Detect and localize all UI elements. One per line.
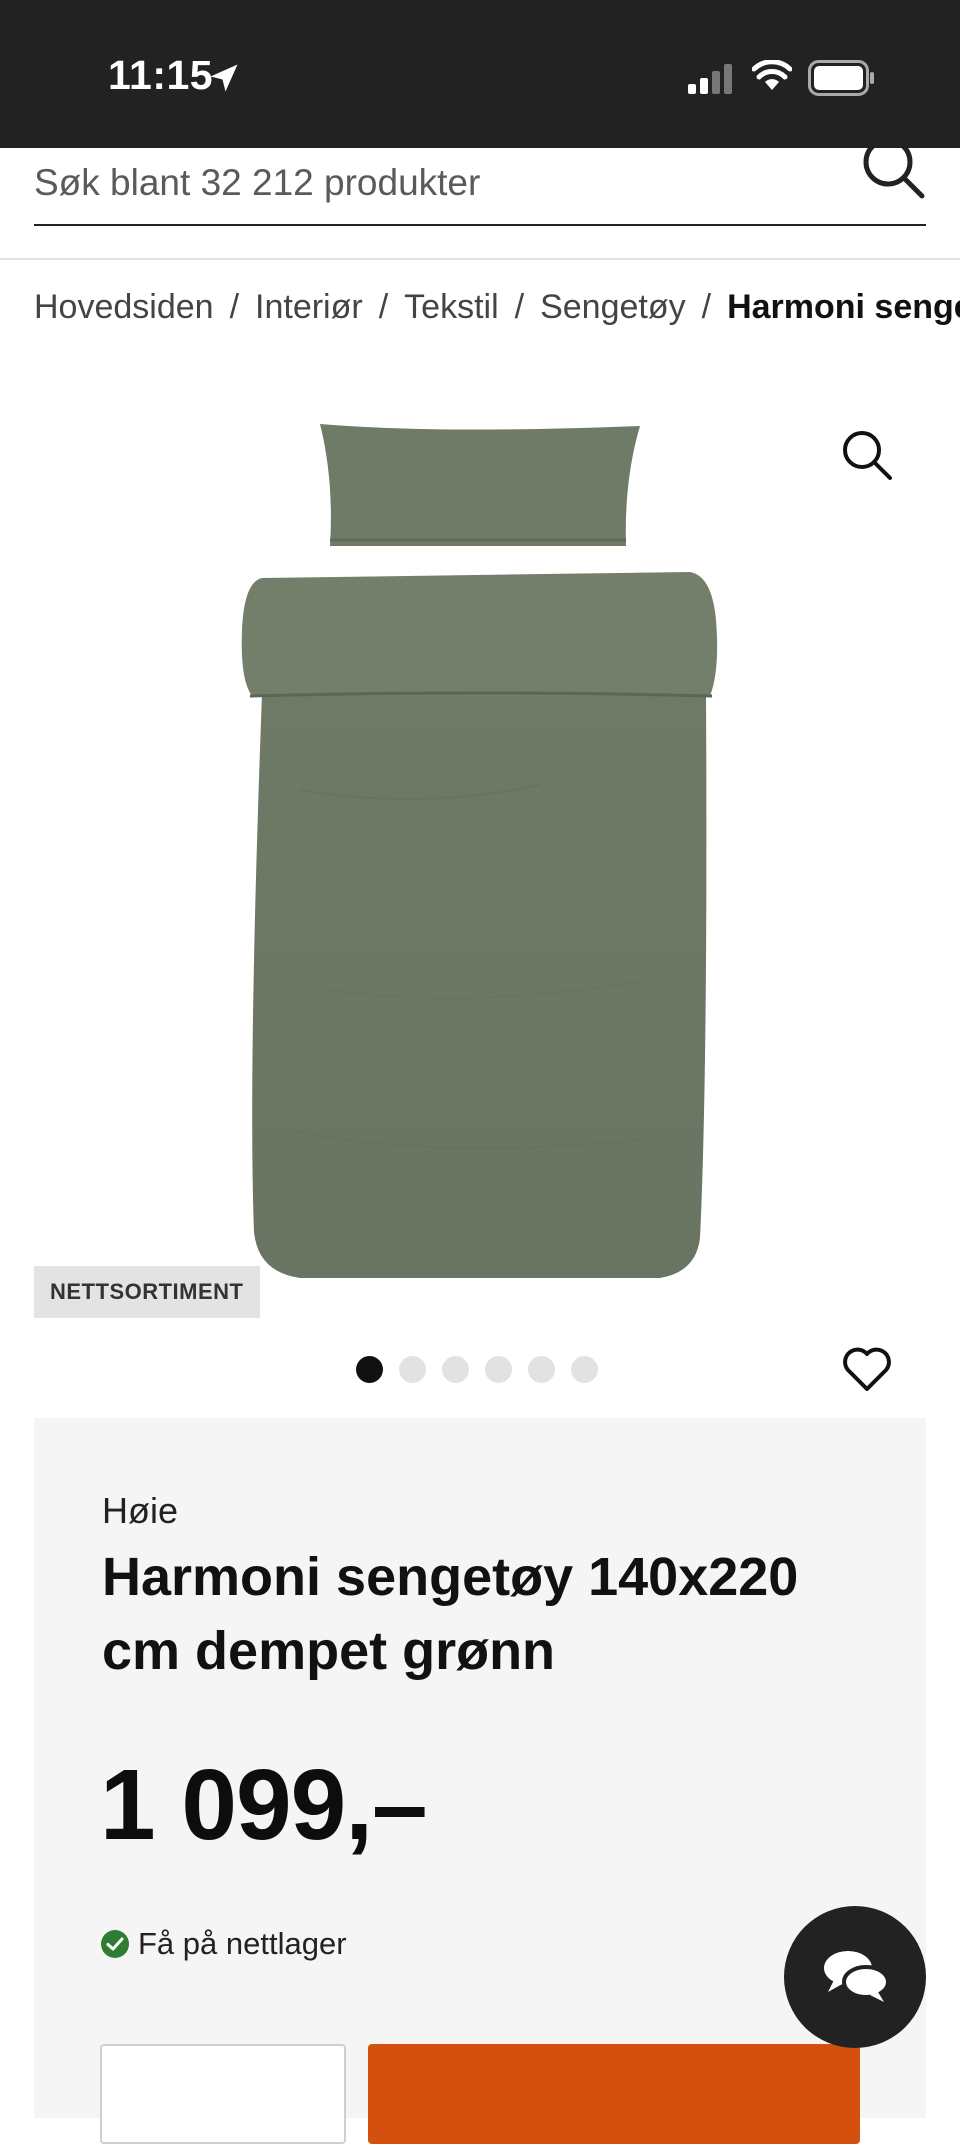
breadcrumb-separator: / bbox=[378, 288, 389, 326]
carousel-dot[interactable] bbox=[399, 1356, 426, 1383]
assortment-badge: NETTSORTIMENT bbox=[34, 1266, 260, 1318]
favorite-heart-icon[interactable] bbox=[840, 1342, 894, 1396]
carousel-dot[interactable] bbox=[528, 1356, 555, 1383]
stock-status-text: Få på nettlager bbox=[138, 1926, 347, 1961]
breadcrumb-separator: / bbox=[514, 288, 525, 326]
quantity-stepper[interactable] bbox=[100, 2044, 346, 2144]
carousel-dot[interactable] bbox=[571, 1356, 598, 1383]
breadcrumb-current: Harmoni sengetøy 140x220 cm dempet grønn bbox=[727, 288, 960, 326]
chat-button[interactable] bbox=[784, 1906, 926, 2048]
battery-icon bbox=[808, 60, 874, 96]
stock-status: Få på nettlager bbox=[100, 1926, 347, 1962]
breadcrumb-item-bedding[interactable]: Sengetøy bbox=[540, 288, 686, 326]
chat-bubbles-icon bbox=[824, 1951, 890, 2002]
header-divider bbox=[0, 258, 960, 260]
add-to-cart-button[interactable] bbox=[368, 2044, 860, 2144]
search-bar bbox=[34, 137, 926, 226]
product-brand[interactable]: Høie bbox=[102, 1490, 178, 1532]
breadcrumb-item-home[interactable]: Hovedsiden bbox=[34, 288, 214, 326]
breadcrumb-separator: / bbox=[701, 288, 712, 326]
carousel-dots bbox=[356, 1356, 598, 1383]
breadcrumb: Hovedsiden / Interiør / Tekstil / Sengetøy / Har… bbox=[34, 288, 960, 327]
breadcrumb-item-textile[interactable]: Tekstil bbox=[404, 288, 498, 326]
cellular-signal-icon bbox=[688, 64, 732, 94]
location-arrow-icon bbox=[210, 64, 238, 92]
duvet-set-image bbox=[241, 424, 718, 1278]
product-price: 1 099,– bbox=[100, 1749, 428, 1861]
status-bar: 11:15 bbox=[0, 0, 960, 148]
carousel-dot[interactable] bbox=[485, 1356, 512, 1383]
product-title: Harmoni sengetøy 140x220 cm dempet grønn bbox=[102, 1547, 799, 1681]
search-input[interactable] bbox=[34, 148, 834, 218]
product-gallery[interactable]: NETTSORTIMENT bbox=[0, 370, 960, 1330]
carousel-dot[interactable] bbox=[356, 1356, 383, 1383]
breadcrumb-separator: / bbox=[229, 288, 240, 326]
breadcrumb-item-interior[interactable]: Interiør bbox=[255, 288, 363, 326]
search-icon[interactable] bbox=[858, 132, 928, 202]
status-time: 11:15 bbox=[108, 52, 214, 98]
zoom-icon[interactable] bbox=[838, 426, 898, 486]
wifi-icon bbox=[752, 60, 792, 90]
carousel-dot[interactable] bbox=[442, 1356, 469, 1383]
check-circle-icon bbox=[101, 1930, 129, 1958]
